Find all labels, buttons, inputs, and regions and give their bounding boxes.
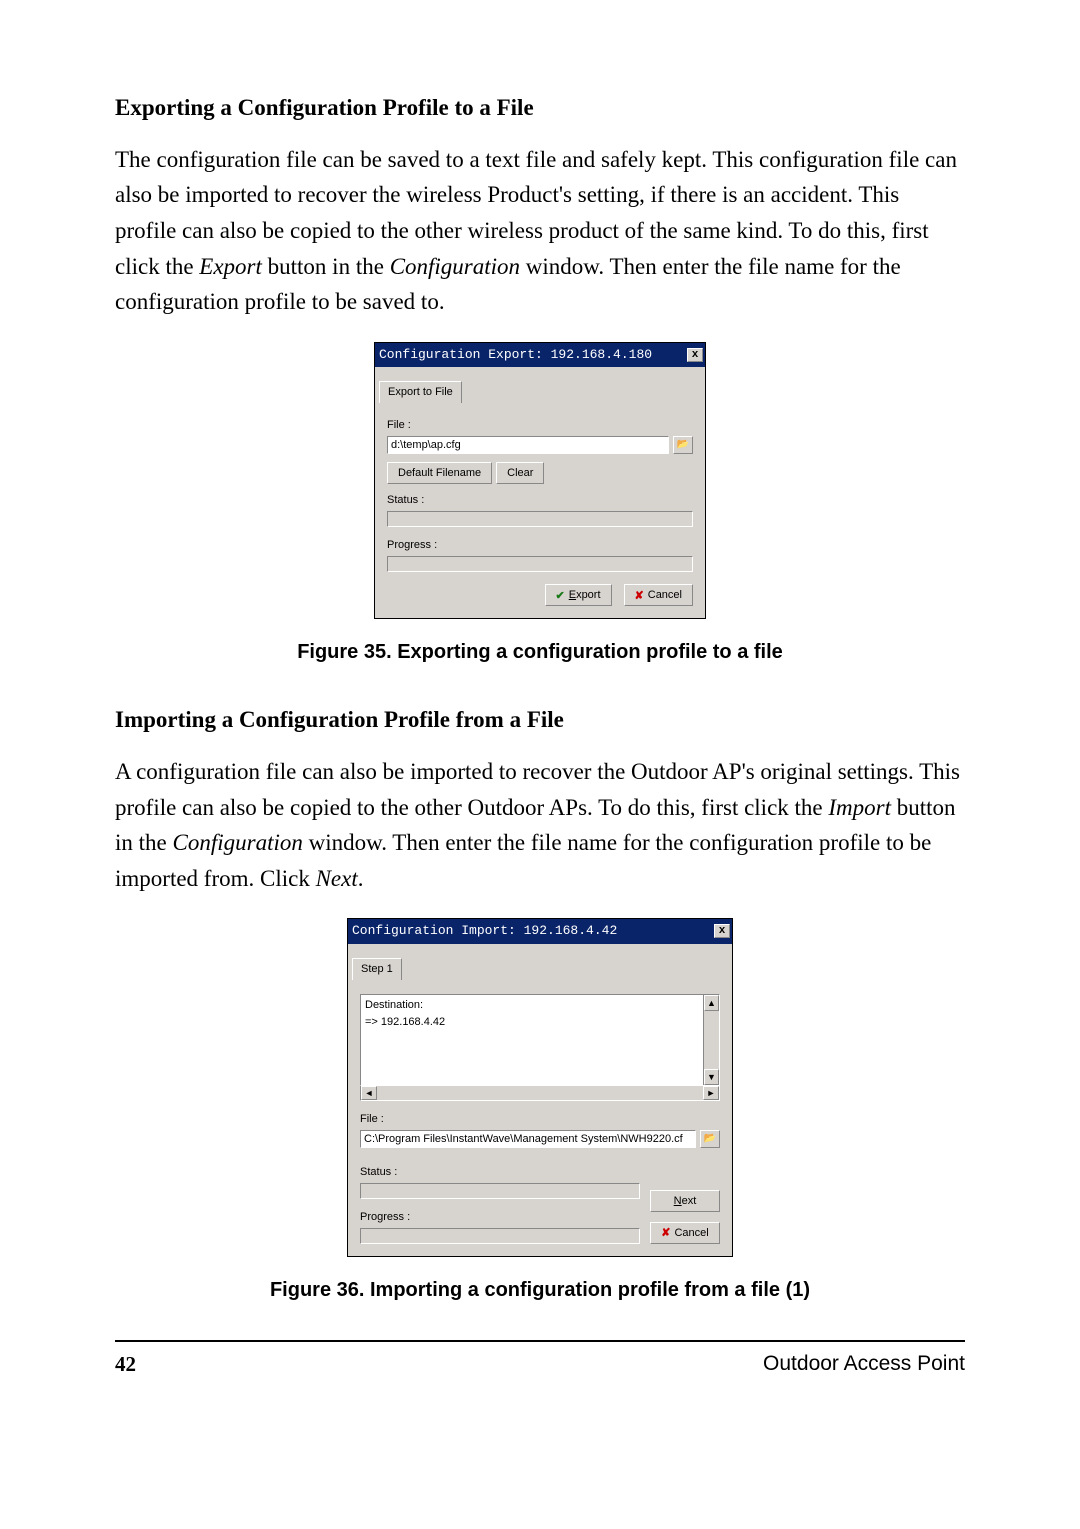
t1b: Export [199,254,262,279]
file-label2: File : [360,1111,720,1128]
export-underline: E [569,589,576,601]
browse-button[interactable]: 📂 [673,436,693,454]
scroll-down-icon[interactable]: ▼ [704,1069,719,1085]
scroll-left-icon[interactable]: ◄ [361,1086,377,1100]
titlebar: Configuration Export: 192.168.4.180 x [375,343,705,367]
import-dialog: Configuration Import: 192.168.4.42 x Ste… [347,918,733,1256]
tab-step1[interactable]: Step 1 [352,958,402,980]
scroll-up-icon[interactable]: ▲ [704,995,719,1011]
cancel-button2[interactable]: ✘ Cancel [650,1222,720,1244]
export-rest: xport [576,589,600,601]
dialog2-title: Configuration Import: 192.168.4.42 [352,921,617,941]
destination-list[interactable]: Destination: => 192.168.4.42 ▲ ▼ [360,994,720,1086]
para-export: The configuration file can be saved to a… [115,142,965,320]
t1c: button in the [262,254,390,279]
browse-button2[interactable]: 📂 [700,1130,720,1148]
dialog-title: Configuration Export: 192.168.4.180 [379,345,652,365]
figure-36-caption: Figure 36. Importing a configuration pro… [115,1275,965,1306]
heading-import: Importing a Configuration Profile from a… [115,702,965,738]
cancel-label2: Cancel [674,1227,708,1239]
default-filename-button[interactable]: Default Filename [387,462,492,484]
tabrow2: Step 1 [348,944,732,982]
folder-open-icon: 📂 [704,1131,716,1147]
t2g: . [358,866,364,891]
progress-bar2 [360,1228,640,1244]
progress-label2: Progress : [360,1209,640,1226]
status-label: Status : [387,492,693,509]
close-icon[interactable]: x [687,348,703,362]
destination-label: Destination: [365,997,715,1014]
export-button[interactable]: ✔ Export [545,584,612,606]
t2f: Next [316,866,358,891]
dialog2-body: Destination: => 192.168.4.42 ▲ ▼ ◄ ► Fil… [348,982,732,1256]
figure-35-caption: Figure 35. Exporting a configuration pro… [115,637,965,668]
folder-open-icon: 📂 [677,437,689,453]
close-icon[interactable]: x [714,924,730,938]
scroll-right-icon[interactable]: ► [703,1086,719,1100]
check-icon: ✔ [556,589,565,602]
clear-button[interactable]: Clear [496,462,544,484]
tab-export-to-file[interactable]: Export to File [379,381,462,403]
dialog-body: File : 📂 Default Filename Clear Status :… [375,405,705,618]
status-field2 [360,1183,640,1199]
status-label2: Status : [360,1164,640,1181]
cancel-label: Cancel [648,589,682,601]
horizontal-scrollbar[interactable]: ◄ ► [360,1085,720,1101]
t2b: Import [828,795,891,820]
t1d: Configuration [390,254,520,279]
progress-bar [387,556,693,572]
next-rest: ext [682,1195,697,1207]
progress-label: Progress : [387,537,693,554]
file-input[interactable] [387,436,669,454]
export-dialog: Configuration Export: 192.168.4.180 x Ex… [374,342,706,619]
x-icon: ✘ [635,589,644,602]
next-underline: N [674,1195,682,1207]
t2d: Configuration [173,830,303,855]
footer-rule [115,1340,965,1342]
tabrow: Export to File [375,367,705,405]
file-label: File : [387,417,693,434]
footer-text: Outdoor Access Point [763,1348,965,1381]
titlebar2: Configuration Import: 192.168.4.42 x [348,919,732,943]
footer: 42 Outdoor Access Point [115,1348,965,1381]
para-import: A configuration file can also be importe… [115,754,965,897]
vertical-scrollbar[interactable]: ▲ ▼ [703,995,719,1085]
next-button[interactable]: Next [650,1190,720,1212]
page-number: 42 [115,1348,136,1381]
heading-export: Exporting a Configuration Profile to a F… [115,90,965,126]
x-icon: ✘ [661,1226,670,1239]
status-field [387,511,693,527]
file-input2[interactable] [360,1130,696,1148]
destination-value: => 192.168.4.42 [365,1014,715,1031]
cancel-button[interactable]: ✘ Cancel [624,584,693,606]
